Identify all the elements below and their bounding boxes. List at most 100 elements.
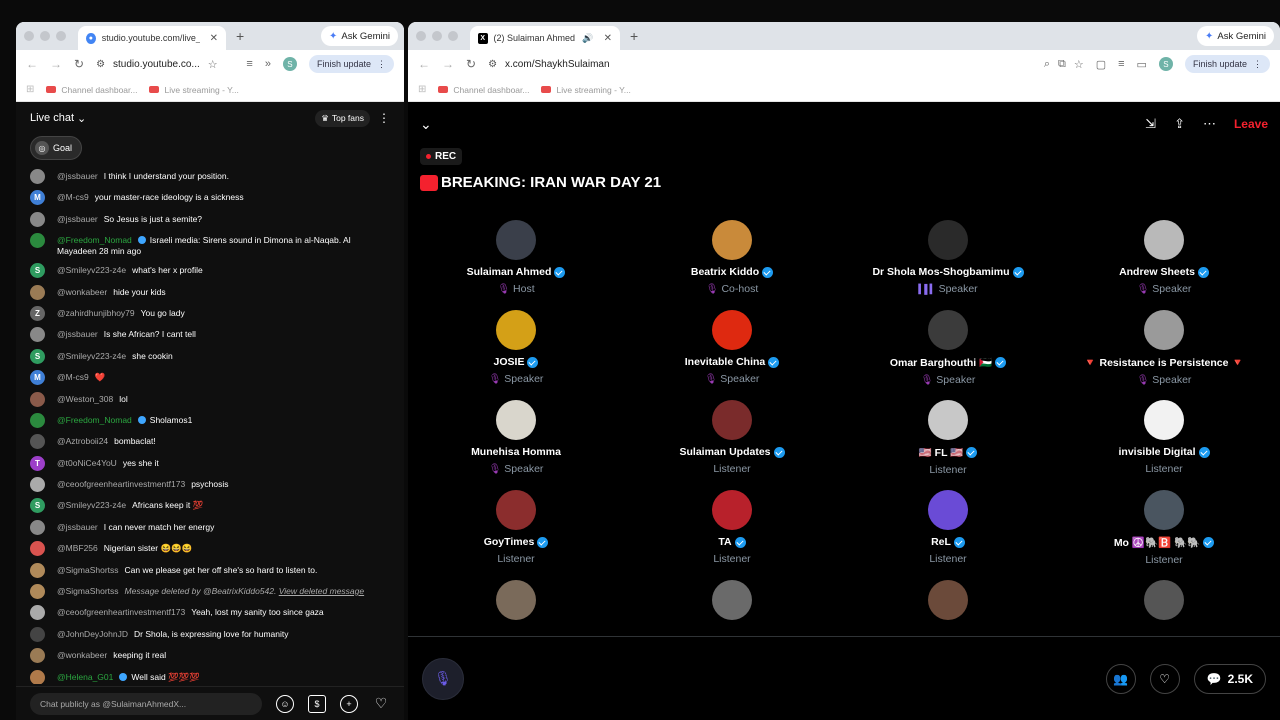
participant[interactable]: Munehisa Homma 🎙 Speaker [408, 400, 624, 490]
avatar[interactable] [30, 284, 45, 300]
collapse-chevron-icon[interactable]: ⌄ [420, 116, 432, 133]
chat-message-list[interactable]: @jssbauer I think I understand your posit… [16, 166, 404, 684]
avatar[interactable] [30, 605, 45, 621]
message-author[interactable]: @jssbauer [57, 171, 98, 181]
avatar[interactable]: S [30, 498, 45, 514]
maximize-window-button[interactable] [56, 31, 66, 41]
participant-avatar[interactable] [496, 490, 536, 530]
chat-message[interactable]: @Freedom_Nomad Israeli media: Sirens soun… [16, 230, 404, 260]
reload-icon[interactable]: ↻ [74, 57, 84, 71]
avatar[interactable] [30, 669, 45, 684]
address-bar[interactable]: ⚙ studio.youtube.co... ☆ [96, 58, 234, 71]
chat-message[interactable]: @Helena_G01 Well said 💯💯💯 [16, 667, 404, 684]
avatar[interactable] [30, 584, 45, 600]
chat-message[interactable]: @jssbauer So Jesus is just a semite? [16, 209, 404, 230]
close-window-button[interactable] [416, 31, 426, 41]
participant[interactable]: 🔻 Resistance is Persistence 🔻 🎙 Speaker [1056, 310, 1272, 400]
avatar[interactable]: M [30, 190, 45, 206]
avatar[interactable] [30, 169, 45, 184]
apps-grid-icon[interactable]: ⊞ [26, 84, 34, 95]
message-author[interactable]: @Smileyv223-z4e [57, 500, 126, 510]
participant-avatar[interactable] [496, 580, 536, 620]
ask-gemini-button[interactable]: ✦ Ask Gemini [1197, 26, 1274, 46]
more-options-icon[interactable]: ⋯ [1203, 116, 1216, 132]
chat-message[interactable]: @jssbauer Is she African? I cant tell [16, 324, 404, 345]
participant-avatar[interactable] [712, 220, 752, 260]
chat-message[interactable]: @SigmaShortss Message deleted by @Beatrix… [16, 581, 404, 602]
back-icon[interactable]: ← [26, 57, 38, 71]
minimize-window-button[interactable] [432, 31, 442, 41]
message-author[interactable]: @zahirdhunjibhoy79 [57, 308, 135, 318]
chat-message[interactable]: @ceoofgreenheartinvestmentf173 psychosis [16, 474, 404, 495]
live-chat-dropdown[interactable]: Live chat ⌄ [30, 112, 86, 125]
extensions-icon[interactable]: ▭ [1137, 58, 1147, 71]
participant-avatar[interactable] [928, 220, 968, 260]
message-author[interactable]: @M-cs9 [57, 192, 89, 202]
participant-avatar[interactable] [1144, 400, 1184, 440]
reload-icon[interactable]: ↻ [466, 57, 476, 71]
chat-message[interactable]: S @Smileyv223-z4e what's her x profile [16, 260, 404, 281]
chat-message[interactable]: S @Smileyv223-z4e she cookin [16, 346, 404, 367]
avatar[interactable]: T [30, 455, 45, 471]
avatar[interactable] [30, 434, 45, 450]
more-options-icon[interactable]: ⋮ [378, 111, 390, 125]
participant-avatar[interactable] [928, 310, 968, 350]
avatar[interactable] [30, 412, 45, 428]
avatar[interactable] [30, 562, 45, 578]
message-author[interactable]: @jssbauer [57, 214, 98, 224]
heart-icon[interactable]: ♡ [372, 695, 390, 713]
zoom-icon[interactable]: ⌕ [1044, 58, 1050, 71]
participant[interactable]: Dr Shola Mos-Shogbamimu ▍▌▍ Speaker [840, 220, 1056, 310]
chat-message[interactable]: @ceoofgreenheartinvestmentf173 Yeah, lost… [16, 602, 404, 623]
avatar[interactable]: S [30, 263, 45, 279]
emoji-icon[interactable]: ☺ [276, 694, 294, 713]
replies-button[interactable]: 💬 2.5K [1193, 663, 1266, 694]
tab-live-chat[interactable]: ● studio.youtube.com/live_chat ✕ [78, 26, 226, 50]
avatar[interactable] [30, 626, 45, 642]
bookmark-star-icon[interactable]: ☆ [208, 58, 218, 71]
new-tab-button[interactable]: + [236, 28, 244, 44]
close-tab-icon[interactable]: ✕ [604, 33, 612, 44]
participant-avatar[interactable] [496, 310, 536, 350]
participant-avatar[interactable] [712, 400, 752, 440]
message-author[interactable]: @ceoofgreenheartinvestmentf173 [57, 607, 185, 617]
message-author[interactable]: @Weston_308 [57, 394, 113, 404]
message-author[interactable]: @Smileyv223-z4e [57, 351, 126, 361]
avatar[interactable] [30, 519, 45, 535]
message-author[interactable]: @JohnDeyJohnJD [57, 629, 128, 639]
avatar[interactable] [30, 391, 45, 407]
message-author[interactable]: @jssbauer [57, 522, 98, 532]
participant-avatar[interactable] [1144, 580, 1184, 620]
participant-avatar[interactable] [1144, 310, 1184, 350]
message-author[interactable]: @M-cs9 [57, 372, 89, 382]
avatar[interactable]: M [30, 370, 45, 386]
microphone-button[interactable]: 🎙 [422, 657, 464, 700]
extensions-icon[interactable]: » [265, 58, 271, 70]
chat-message[interactable]: @wonkabeer hide your kids [16, 282, 404, 303]
avatar[interactable] [30, 477, 45, 493]
participant-avatar[interactable] [496, 220, 536, 260]
site-info-icon[interactable]: ⚙ [488, 59, 497, 70]
message-author[interactable]: @wonkabeer [57, 287, 107, 297]
maximize-window-button[interactable] [448, 31, 458, 41]
chat-message[interactable]: @Aztroboii24 bombaclat! [16, 431, 404, 452]
participant-avatar[interactable] [496, 400, 536, 440]
super-chat-icon[interactable]: $ [308, 694, 326, 713]
ask-gemini-button[interactable]: ✦ Ask Gemini [321, 26, 398, 46]
chat-message[interactable]: @Weston_308 lol [16, 389, 404, 410]
chat-message[interactable]: Z @zahirdhunjibhoy79 You go lady [16, 303, 404, 324]
minimize-window-button[interactable] [40, 31, 50, 41]
finish-update-button[interactable]: Finish update ⋮ [1184, 55, 1270, 73]
message-author[interactable]: @Freedom_Nomad [57, 415, 132, 425]
avatar[interactable]: Z [30, 305, 45, 321]
participant-avatar[interactable] [928, 490, 968, 530]
participant[interactable]: GoyTimes Listener [408, 490, 624, 580]
share-icon[interactable]: ⇪ [1174, 116, 1185, 132]
message-author[interactable]: @SigmaShortss [57, 586, 119, 596]
chat-message[interactable]: @MBF256 Nigerian sister 😆😆😆 [16, 538, 404, 559]
chat-message[interactable]: M @M-cs9 ❤️ [16, 367, 404, 388]
participant-avatar[interactable] [712, 490, 752, 530]
add-icon[interactable]: + [340, 694, 358, 713]
message-author[interactable]: @ceoofgreenheartinvestmentf173 [57, 479, 185, 489]
forward-icon[interactable]: → [50, 57, 62, 71]
